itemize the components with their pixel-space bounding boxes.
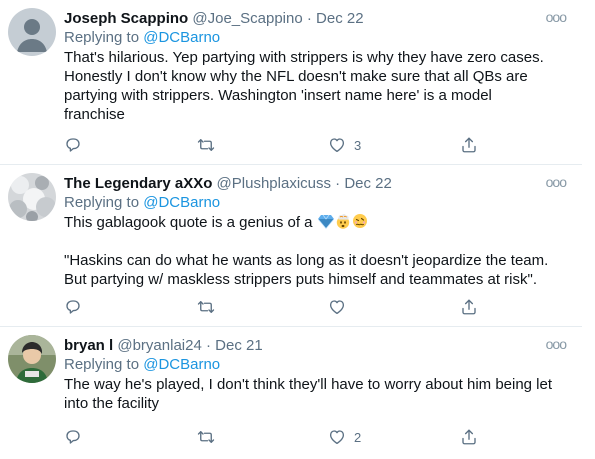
- retweet-icon: [197, 431, 215, 443]
- share-button[interactable]: [460, 298, 478, 316]
- user-handle[interactable]: @Plushplaxicuss: [217, 175, 331, 192]
- more-icon[interactable]: ooo: [546, 337, 567, 351]
- tweet-date[interactable]: Dec 21: [215, 337, 263, 354]
- tweet-quote-text: "Haskins can do what he wants as long as…: [64, 252, 549, 288]
- replying-to-label: Replying to: [64, 29, 144, 46]
- replying-to: Replying to @DCBarno: [64, 355, 566, 374]
- avatar[interactable]: [8, 8, 56, 56]
- avatar[interactable]: [8, 173, 56, 221]
- tweet-actions: 2: [64, 428, 484, 448]
- replying-to-label: Replying to: [64, 194, 144, 211]
- tweet[interactable]: Joseph Scappino @Joe_Scappino · Dec 22 o…: [0, 0, 582, 165]
- replying-to-label: Replying to: [64, 356, 144, 373]
- share-icon: [462, 429, 476, 445]
- tweet-header: The Legendary aXXo @Plushplaxicuss · Dec…: [64, 175, 566, 193]
- like-button[interactable]: 3: [328, 136, 361, 154]
- tweet-actions: 3: [64, 136, 484, 156]
- reply-button[interactable]: [64, 428, 82, 446]
- mention-link[interactable]: @DCBarno: [143, 194, 220, 211]
- tweet-content: Joseph Scappino @Joe_Scappino · Dec 22 o…: [64, 10, 567, 124]
- like-button[interactable]: 2: [328, 428, 361, 446]
- reply-button[interactable]: [64, 298, 82, 316]
- exploding-head-emoji: [336, 214, 349, 229]
- retweet-button[interactable]: [196, 298, 216, 316]
- user-handle[interactable]: @bryanlai24: [117, 337, 201, 354]
- tweet-header: Joseph Scappino @Joe_Scappino · Dec 22: [64, 10, 566, 28]
- tweet-text: That's hilarious. Yep partying with stri…: [64, 49, 544, 123]
- like-button[interactable]: [328, 298, 354, 316]
- user-handle[interactable]: @Joe_Scappino: [192, 10, 302, 27]
- separator: ·: [335, 175, 341, 192]
- retweet-button[interactable]: [196, 136, 216, 154]
- tweet-header: bryan l @bryanlai24 · Dec 21: [64, 337, 566, 355]
- more-icon[interactable]: ooo: [546, 10, 567, 24]
- gem-emoji: [317, 214, 334, 229]
- tweet-content: The Legendary aXXo @Plushplaxicuss · Dec…: [64, 175, 567, 289]
- tweet-actions: [64, 298, 484, 318]
- tweet-date[interactable]: Dec 22: [316, 10, 364, 27]
- like-count: 3: [354, 137, 362, 153]
- share-button[interactable]: [460, 136, 478, 154]
- display-name[interactable]: bryan l: [64, 337, 113, 354]
- replying-to: Replying to @DCBarno: [64, 193, 566, 212]
- share-icon: [462, 137, 476, 153]
- tweet-text: The way he's played, I don't think they'…: [64, 376, 553, 412]
- mention-link[interactable]: @DCBarno: [143, 356, 220, 373]
- reply-icon: [66, 430, 80, 444]
- tweet[interactable]: The Legendary aXXo @Plushplaxicuss · Dec…: [0, 165, 582, 327]
- tweet-text: This gablagook quote is a genius of a: [64, 213, 566, 232]
- tweet-text-line: This gablagook quote is a genius of a: [64, 214, 313, 231]
- more-icon[interactable]: ooo: [546, 175, 567, 189]
- reply-icon: [66, 138, 80, 152]
- like-icon: [329, 138, 345, 153]
- reply-icon: [66, 300, 80, 314]
- display-name[interactable]: The Legendary aXXo: [64, 175, 212, 192]
- share-button[interactable]: [460, 428, 478, 446]
- mention-link[interactable]: @DCBarno: [143, 29, 220, 46]
- retweet-icon: [197, 301, 215, 313]
- separator: ·: [205, 337, 211, 354]
- retweet-icon: [197, 139, 215, 151]
- separator: ·: [306, 10, 312, 27]
- tweet-date[interactable]: Dec 22: [344, 175, 392, 192]
- share-icon: [462, 299, 476, 315]
- replying-to: Replying to @DCBarno: [64, 28, 566, 47]
- woozy-face-emoji: [352, 214, 367, 228]
- retweet-button[interactable]: [196, 428, 216, 446]
- reply-button[interactable]: [64, 136, 82, 154]
- like-icon: [329, 430, 345, 445]
- like-count: 2: [354, 429, 362, 445]
- like-icon: [329, 300, 345, 315]
- avatar[interactable]: [8, 335, 56, 383]
- tweet-content: bryan l @bryanlai24 · Dec 21 ooo Replyin…: [64, 337, 567, 413]
- display-name[interactable]: Joseph Scappino: [64, 10, 188, 27]
- tweet[interactable]: bryan l @bryanlai24 · Dec 21 ooo Replyin…: [0, 327, 582, 459]
